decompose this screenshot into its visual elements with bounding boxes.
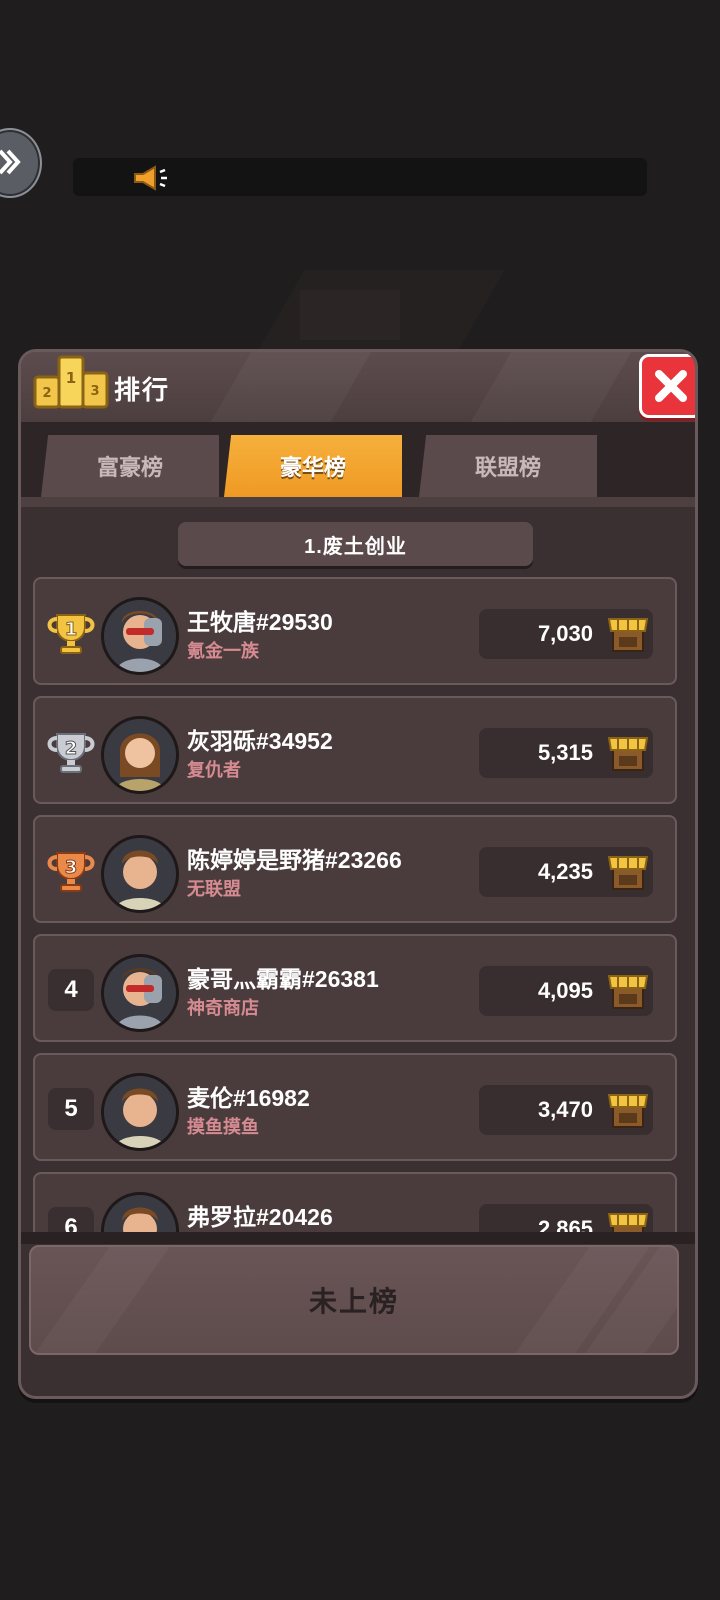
podium-icon: 2 1 3: [33, 355, 109, 409]
tab-bar: 富豪榜 豪华榜 联盟榜: [21, 422, 695, 504]
season-selector[interactable]: 1.废土创业: [178, 522, 533, 566]
alliance-name: 氪金一族: [187, 641, 259, 661]
ranking-row[interactable]: 3 陈婷婷是野猪#23266 无联盟 4,235: [33, 815, 677, 923]
panel-header: 2 1 3 排行: [21, 352, 695, 425]
rank-number: 2: [65, 738, 78, 759]
rank-number: 4: [48, 969, 94, 1011]
silver-trophy-icon: 2: [43, 730, 99, 774]
avatar[interactable]: [101, 597, 179, 675]
player-name: 陈婷婷是野猪#23266: [187, 847, 402, 873]
avatar[interactable]: [101, 1192, 179, 1237]
alliance-name: 无联盟: [187, 879, 241, 899]
side-expand-button[interactable]: [0, 128, 42, 198]
player-name: 麦伦#16982: [187, 1085, 310, 1111]
tab-rich-list[interactable]: 富豪榜: [41, 435, 219, 497]
score-box: 4,095: [479, 966, 653, 1016]
score-box: 5,315: [479, 728, 653, 778]
tab-luxury-list[interactable]: 豪华榜: [224, 435, 402, 497]
alliance-name: 摸鱼摸鱼: [187, 1117, 259, 1137]
ranking-panel: 2 1 3 排行 富豪榜 豪华榜 联盟榜 1.废土创业 1 王牧唐#29530 …: [18, 349, 698, 1399]
score-box: 3,470: [479, 1085, 653, 1135]
alliance-name: 神奇商店: [187, 998, 259, 1018]
ranking-row[interactable]: 4 豪哥灬霸霸#26381 神奇商店 4,095: [33, 934, 677, 1042]
gold-trophy-icon: 1: [43, 611, 99, 655]
rank-number: 5: [48, 1088, 94, 1130]
ranking-row[interactable]: 5 麦伦#16982 摸鱼摸鱼 3,470: [33, 1053, 677, 1161]
player-name: 弗罗拉#20426: [187, 1204, 333, 1230]
shop-icon: [607, 618, 649, 652]
ranking-row[interactable]: 2 灰羽砾#34952 复仇者 5,315: [33, 696, 677, 804]
score-value: 7,030: [537, 621, 593, 646]
list-divider: [21, 1232, 695, 1244]
svg-text:1: 1: [66, 369, 76, 387]
svg-text:3: 3: [90, 384, 99, 399]
avatar[interactable]: [101, 835, 179, 913]
close-button[interactable]: [639, 354, 695, 418]
double-chevron-icon: [0, 149, 21, 175]
avatar[interactable]: [101, 716, 179, 794]
alliance-name: 复仇者: [187, 760, 241, 780]
shop-icon: [607, 1094, 649, 1128]
my-rank-bar: 未上榜: [29, 1245, 679, 1355]
panel-title: 排行: [114, 375, 171, 405]
player-name: 灰羽砾#34952: [187, 728, 333, 754]
ranking-list[interactable]: 1 王牧唐#29530 氪金一族 7,030 2 灰羽砾#34952 复仇者 5: [33, 577, 679, 1237]
rank-number: 1: [65, 619, 78, 640]
player-name: 豪哥灬霸霸#26381: [187, 966, 379, 992]
speaker-icon: [134, 165, 167, 191]
player-name: 王牧唐#29530: [187, 609, 333, 635]
avatar[interactable]: [101, 954, 179, 1032]
background-shape: [300, 290, 400, 340]
shop-icon: [607, 975, 649, 1009]
announcement-bar: [73, 158, 647, 196]
tab-divider: [21, 497, 695, 507]
score-value: 4,095: [537, 978, 593, 1003]
rank-badge: 4: [43, 968, 99, 1012]
ranking-row[interactable]: 6 弗罗拉#20426 2,865: [33, 1172, 677, 1237]
bronze-trophy-icon: 3: [43, 849, 99, 893]
header-decoration: [470, 352, 632, 422]
shop-icon: [607, 737, 649, 771]
footer-decoration: [32, 1247, 170, 1353]
close-x-icon: [655, 370, 687, 402]
score-box: 7,030: [479, 609, 653, 659]
score-box: 4,235: [479, 847, 653, 897]
score-value: 3,470: [537, 1097, 593, 1122]
my-rank-label: 未上榜: [308, 1286, 399, 1317]
ranking-row[interactable]: 1 王牧唐#29530 氪金一族 7,030: [33, 577, 677, 685]
score-value: 4,235: [537, 859, 593, 884]
score-value: 5,315: [537, 740, 593, 765]
tab-alliance-list[interactable]: 联盟榜: [419, 435, 597, 497]
shop-icon: [607, 856, 649, 890]
rank-number: 3: [65, 857, 78, 878]
avatar[interactable]: [101, 1073, 179, 1151]
svg-text:2: 2: [42, 386, 51, 401]
rank-badge: 5: [43, 1087, 99, 1131]
header-decoration: [210, 352, 372, 422]
